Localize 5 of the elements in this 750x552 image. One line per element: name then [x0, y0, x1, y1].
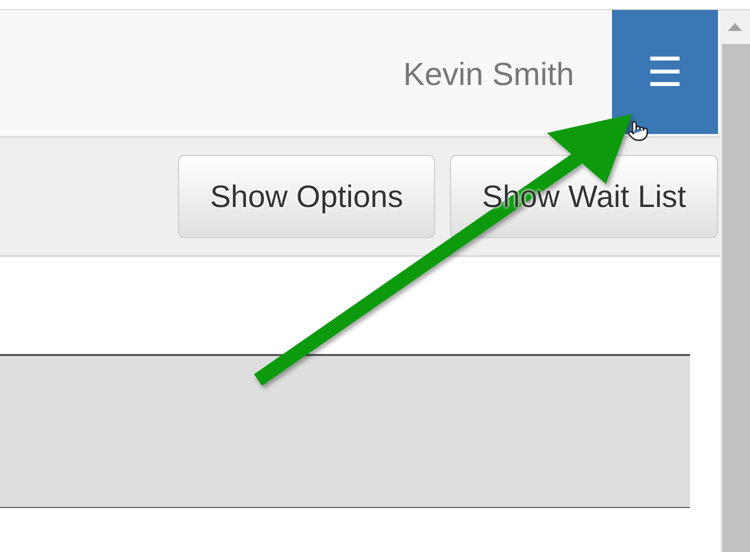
user-name: Kevin Smith: [403, 56, 574, 93]
menu-button[interactable]: ☰: [612, 10, 718, 134]
scrollbar[interactable]: [720, 10, 750, 552]
scroll-up-icon[interactable]: [728, 23, 742, 31]
toolbar-button[interactable]: Show Options: [178, 155, 436, 238]
